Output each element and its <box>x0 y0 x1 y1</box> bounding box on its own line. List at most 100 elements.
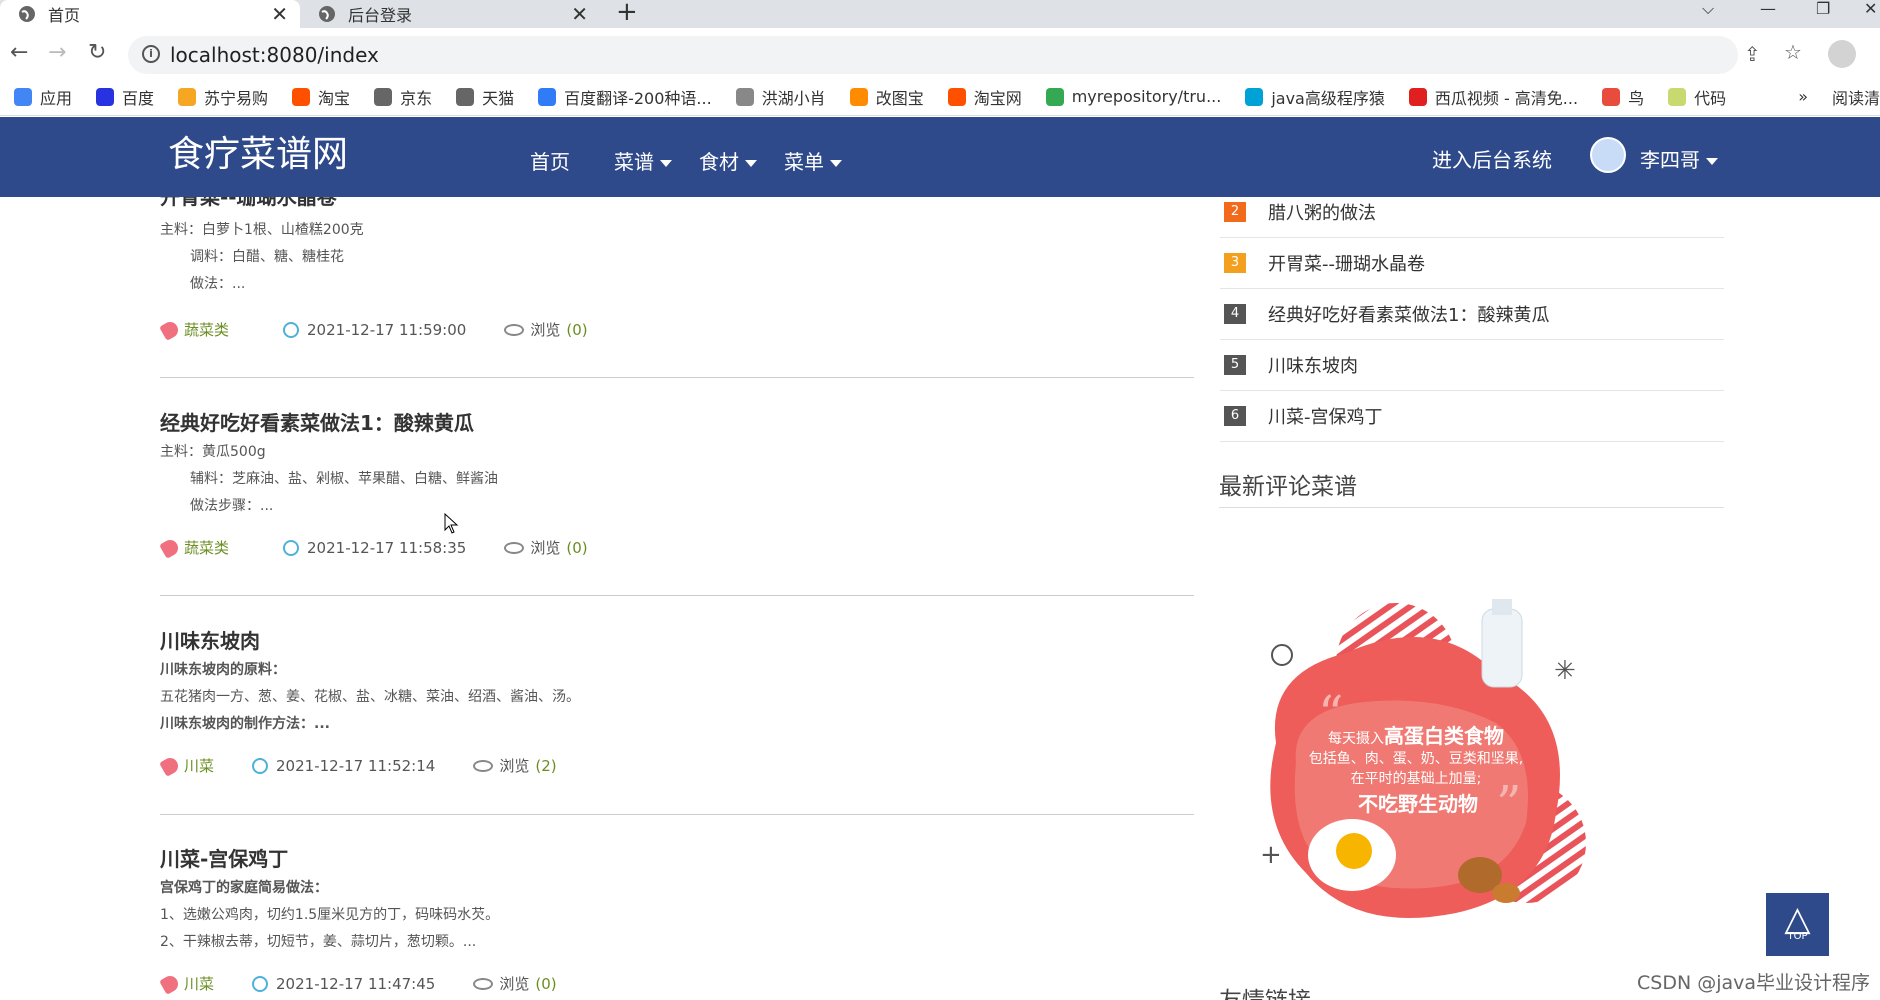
rank-number: 4 <box>1224 304 1246 324</box>
nav-label: 菜单 <box>784 150 824 174</box>
close-icon[interactable]: ✕ <box>571 2 588 26</box>
site-logo[interactable]: 食疗菜谱网 <box>168 125 348 177</box>
minimize-icon[interactable]: — <box>1760 0 1776 18</box>
bookmark-item[interactable]: myrepository/tru... <box>1045 87 1222 106</box>
site-header: 食疗菜谱网 首页 菜谱 食材 菜单 进入后台系统 李四哥 <box>0 117 1880 197</box>
ranking-item[interactable]: 5 川味东坡肉 <box>1220 340 1724 391</box>
bookmark-label: 天猫 <box>482 88 515 108</box>
rank-number: 5 <box>1224 355 1246 375</box>
bookmark-item[interactable]: 百度翻译-200种语... <box>538 85 712 109</box>
avatar[interactable] <box>1590 137 1626 173</box>
ranking-item[interactable]: 6 川菜-宫保鸡丁 <box>1220 391 1724 442</box>
user-menu[interactable]: 李四哥 <box>1640 144 1718 173</box>
rank-number: 2 <box>1224 202 1246 222</box>
recipe-title[interactable]: 川味东坡肉 <box>160 625 1194 657</box>
tag-icon <box>159 536 181 559</box>
tag-icon <box>159 754 181 777</box>
ranking-item[interactable]: 4 经典好吃好看素菜做法1：酸辣黄瓜 <box>1220 289 1724 340</box>
bookmark-item[interactable]: 京东 <box>374 85 432 109</box>
category-tag[interactable]: 川菜 <box>184 755 214 776</box>
chevron-down-icon[interactable]: ⌵ <box>1702 0 1714 18</box>
recipe-card: 川菜-宫保鸡丁 宫保鸡丁的家庭简易做法： 1、选嫩公鸡肉，切约1.5厘米见方的丁… <box>160 843 1194 956</box>
restore-icon[interactable]: ❐ <box>1816 0 1830 18</box>
bookmark-item[interactable]: 百度 <box>96 85 154 109</box>
recipe-line: 川味东坡肉的原料： <box>160 662 286 678</box>
bookmark-item[interactable]: 应用 <box>14 85 72 109</box>
latest-comments-title: 最新评论菜谱 <box>1219 474 1357 500</box>
nav-recipes[interactable]: 菜谱 <box>614 146 672 175</box>
bookmark-item[interactable]: 改图宝 <box>849 85 924 109</box>
reload-icon[interactable]: ↻ <box>88 40 106 65</box>
admin-link[interactable]: 进入后台系统 <box>1432 144 1552 173</box>
recipe-title[interactable]: 开胃菜--珊瑚水晶卷 <box>160 197 1194 217</box>
bookmark-label: 洪湖小肖 <box>761 88 826 108</box>
clock-icon <box>283 321 300 338</box>
info-icon[interactable]: i <box>142 45 160 63</box>
category-tag[interactable]: 蔬菜类 <box>184 537 229 558</box>
tab-admin-login[interactable]: 后台登录 ✕ <box>300 0 600 28</box>
close-window-icon[interactable]: ✕ <box>1864 0 1877 18</box>
bookmark-label: 代码 <box>1694 88 1727 108</box>
recipe-line: 调料：白醋、糖、糖桂花 <box>190 249 344 265</box>
share-icon[interactable]: ⇪ <box>1744 42 1761 66</box>
ranking-item[interactable]: 2 腊八粥的做法 <box>1220 197 1724 238</box>
recipe-card: 川味东坡肉 川味东坡肉的原料： 五花猪肉一方、葱、姜、花椒、盐、冰糖、菜油、绍酒… <box>160 625 1194 738</box>
recipe-title[interactable]: 经典好吃好看素菜做法1：酸辣黄瓜 <box>160 407 1194 439</box>
recipe-date: 2021-12-17 11:52:14 <box>276 756 436 775</box>
bookmark-item[interactable]: 淘宝网 <box>947 85 1022 109</box>
bookmark-label: 京东 <box>400 88 433 108</box>
nav-menus[interactable]: 菜单 <box>784 146 842 175</box>
divider <box>1219 507 1724 508</box>
category-tag[interactable]: 川菜 <box>184 973 214 994</box>
bookmark-label: 淘宝网 <box>973 88 1022 108</box>
nav-home[interactable]: 首页 <box>530 146 570 175</box>
bookmark-item[interactable]: java高级程序猿 <box>1245 85 1385 109</box>
ranking-item[interactable]: 3 开胃菜--珊瑚水晶卷 <box>1220 238 1724 289</box>
star-icon[interactable]: ☆ <box>1784 40 1802 64</box>
recipe-line: 五花猪肉一方、葱、姜、花椒、盐、冰糖、菜油、绍酒、酱油、汤。 <box>160 689 580 705</box>
close-icon[interactable]: ✕ <box>271 2 288 26</box>
bookmark-icon <box>374 87 393 106</box>
rank-number: 3 <box>1224 253 1246 273</box>
svg-text:”: ” <box>1496 775 1522 833</box>
nav-ingredients[interactable]: 食材 <box>699 146 757 175</box>
bookmark-item[interactable]: 鸟 <box>1602 85 1644 109</box>
recipe-line: 1、选嫩公鸡肉，切约1.5厘米见方的丁，码味码水芡。 <box>160 907 500 923</box>
views-count: (0) <box>535 974 557 993</box>
tab-home[interactable]: 首页 ✕ <box>0 0 300 28</box>
back-icon[interactable]: ← <box>10 40 28 65</box>
bookmark-item[interactable]: 洪湖小肖 <box>735 85 826 109</box>
recipe-meta: 川菜 2021-12-17 11:52:14 浏览 (2) <box>159 754 557 777</box>
url-input[interactable]: i localhost:8080/index <box>128 36 1738 74</box>
bookmark-label: 鸟 <box>1628 88 1645 108</box>
reading-list[interactable]: 阅读清 <box>1832 85 1880 109</box>
category-tag[interactable]: 蔬菜类 <box>184 319 229 340</box>
recipe-line: 做法步骤：... <box>190 498 274 514</box>
recipe-line: 主料：黄瓜500g <box>160 444 266 460</box>
divider <box>160 814 1194 815</box>
bookmark-icon <box>178 87 197 106</box>
top-label: TOP <box>1787 931 1808 942</box>
bookmark-icon <box>456 87 475 106</box>
profile-icon[interactable] <box>1828 40 1856 68</box>
recipe-meta: 蔬菜类 2021-12-17 11:58:35 浏览 (0) <box>159 536 588 559</box>
new-tab-icon[interactable]: + <box>616 0 638 25</box>
bookmark-item[interactable]: 苏宁易购 <box>178 85 268 109</box>
views-count: (0) <box>566 320 588 339</box>
bookmark-item[interactable]: 天猫 <box>456 85 514 109</box>
bookmarks-more-icon[interactable]: » <box>1798 87 1808 106</box>
address-bar: ← → ↻ i localhost:8080/index ⇪ ☆ <box>0 28 1880 78</box>
eye-icon <box>473 759 494 772</box>
recipe-card: 开胃菜--珊瑚水晶卷 主料：白萝卜1根、山楂糕200克 调料：白醋、糖、糖桂花 … <box>160 197 1194 298</box>
bookmark-label: myrepository/tru... <box>1071 87 1222 106</box>
recipe-title[interactable]: 川菜-宫保鸡丁 <box>160 843 1194 875</box>
bookmark-item[interactable]: 淘宝 <box>292 85 350 109</box>
back-to-top-button[interactable]: △ TOP <box>1766 893 1829 956</box>
nav-label: 菜谱 <box>614 150 654 174</box>
forward-icon[interactable]: → <box>48 40 66 65</box>
rank-number: 6 <box>1224 406 1246 426</box>
username: 李四哥 <box>1640 148 1700 172</box>
tag-icon <box>159 318 181 341</box>
bookmark-item[interactable]: 西瓜视频 - 高清免... <box>1408 85 1578 109</box>
bookmark-item[interactable]: 代码 <box>1668 85 1726 109</box>
